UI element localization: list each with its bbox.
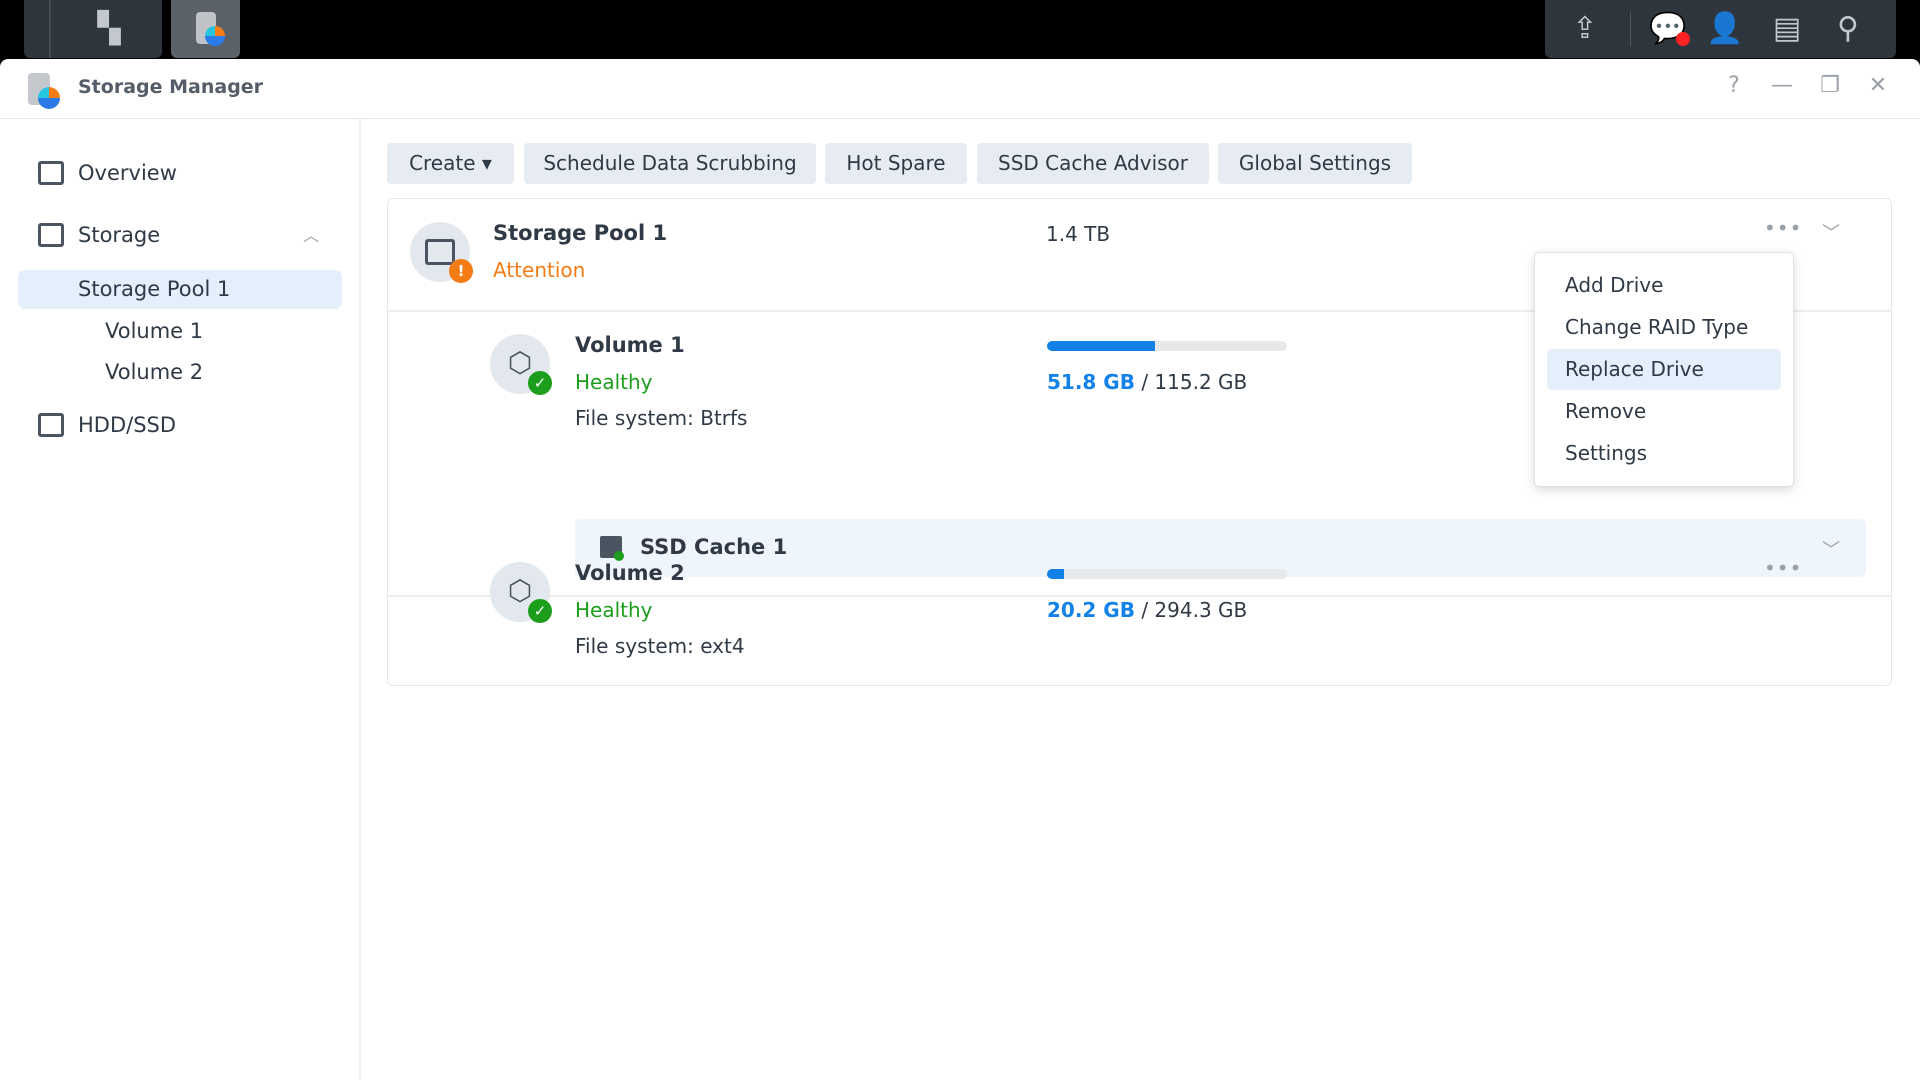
restore-button[interactable]: ❐ (1815, 73, 1845, 98)
storage-icon (38, 223, 64, 247)
pool-chevron-down-icon[interactable]: ﹀ (1822, 219, 1840, 245)
sidebar-item-label: Storage Pool 1 (78, 277, 231, 301)
cache-chevron-down-icon[interactable]: ﹀ (1822, 536, 1840, 562)
sidebar-item-volume-1[interactable]: Volume 1 (18, 312, 342, 351)
ssd-cache-name: SSD Cache 1 (640, 535, 788, 559)
notifications-icon[interactable]: 💬 (1648, 0, 1688, 58)
volume-1-status: Healthy (575, 370, 653, 394)
pool-more-icon[interactable]: ••• (1764, 216, 1802, 240)
menu-item-add-drive[interactable]: Add Drive (1547, 265, 1781, 306)
attention-icon: ! (449, 259, 473, 283)
help-button[interactable]: ? (1719, 73, 1749, 98)
global-settings-button[interactable]: Global Settings (1218, 143, 1412, 184)
usage-fill (1047, 341, 1155, 351)
menu-item-settings[interactable]: Settings (1547, 433, 1781, 474)
schedule-data-scrubbing-button[interactable]: Schedule Data Scrubbing (524, 143, 816, 184)
volume-1-usage-bar (1047, 341, 1287, 351)
menu-item-replace-drive[interactable]: Replace Drive (1547, 349, 1781, 390)
pool-name: Storage Pool 1 (493, 221, 668, 245)
pool-action-menu: Add Drive Change RAID Type Replace Drive… (1534, 252, 1794, 487)
taskbar-left-panel: ▚ (24, 0, 162, 58)
menu-item-remove[interactable]: Remove (1547, 391, 1781, 432)
volume-2-usage: 20.2 GB / 294.3 GB (1047, 598, 1247, 622)
menu-item-change-raid-type[interactable]: Change RAID Type (1547, 307, 1781, 348)
used: 51.8 GB (1047, 370, 1135, 394)
taskbar: ▚ ⇪ 💬 👤 ▤ ⚲ (0, 0, 1920, 59)
window-title: Storage Manager (78, 76, 264, 98)
overview-icon (38, 161, 64, 185)
storage-manager-window: Storage Manager ? — ❐ ✕ Overview Storage… (0, 59, 1920, 1080)
notification-dot (1676, 32, 1690, 46)
total: 294.3 GB (1154, 598, 1248, 622)
volume-2-more-icon[interactable]: ••• (1764, 556, 1802, 580)
volume-1-usage: 51.8 GB / 115.2 GB (1047, 370, 1247, 394)
pool-size: 1.4 TB (1046, 222, 1111, 246)
close-button[interactable]: ✕ (1863, 73, 1893, 98)
sidebar-item-label: Storage (78, 223, 161, 247)
title-bar: Storage Manager ? — ❐ ✕ (0, 59, 1920, 119)
hdd-icon (38, 413, 64, 437)
minimize-button[interactable]: — (1767, 73, 1797, 98)
total: 115.2 GB (1154, 370, 1248, 394)
widgets-icon[interactable]: ▤ (1767, 0, 1807, 58)
storage-manager-taskbar-button[interactable] (171, 0, 240, 58)
healthy-check-icon: ✓ (528, 371, 552, 395)
chevron-up-icon[interactable]: ︿ (303, 216, 319, 255)
user-icon[interactable]: 👤 (1705, 0, 1745, 58)
ssd-cache-advisor-button[interactable]: SSD Cache Advisor (977, 143, 1209, 184)
volume-1-filesystem: File system: Btrfs (575, 406, 748, 430)
separator: / (1134, 370, 1155, 394)
create-button[interactable]: Create ▾ (387, 143, 514, 184)
main-menu-icon[interactable]: ▚ (84, 0, 134, 58)
used: 20.2 GB (1047, 598, 1135, 622)
upload-icon[interactable]: ⇪ (1565, 0, 1605, 58)
healthy-check-icon: ✓ (528, 599, 552, 623)
pool-status: Attention (493, 258, 586, 282)
search-icon[interactable]: ⚲ (1828, 0, 1868, 58)
volume-2-name: Volume 2 (575, 561, 685, 585)
volume-2-status: Healthy (575, 598, 653, 622)
usage-fill (1047, 569, 1064, 579)
volume-2-filesystem: File system: ext4 (575, 634, 745, 658)
sidebar-item-label: Volume 1 (105, 319, 204, 343)
sidebar: Overview Storage ︿ Storage Pool 1 Volume… (0, 119, 361, 1080)
separator: / (1134, 598, 1155, 622)
sidebar-item-volume-2[interactable]: Volume 2 (18, 353, 342, 392)
volume-2-usage-bar (1047, 569, 1287, 579)
sidebar-item-overview[interactable]: Overview (18, 154, 342, 193)
sidebar-item-storage[interactable]: Storage ︿ (18, 216, 342, 255)
sidebar-item-label: HDD/SSD (78, 413, 177, 437)
hot-spare-button[interactable]: Hot Spare (825, 143, 967, 184)
volume-1-name: Volume 1 (575, 333, 685, 357)
sidebar-item-hdd-ssd[interactable]: HDD/SSD (18, 406, 342, 445)
taskbar-right-panel: ⇪ 💬 👤 ▤ ⚲ (1545, 0, 1896, 58)
sidebar-item-label: Volume 2 (105, 360, 204, 384)
sidebar-item-storage-pool-1[interactable]: Storage Pool 1 (18, 270, 342, 309)
sidebar-item-label: Overview (78, 161, 177, 185)
